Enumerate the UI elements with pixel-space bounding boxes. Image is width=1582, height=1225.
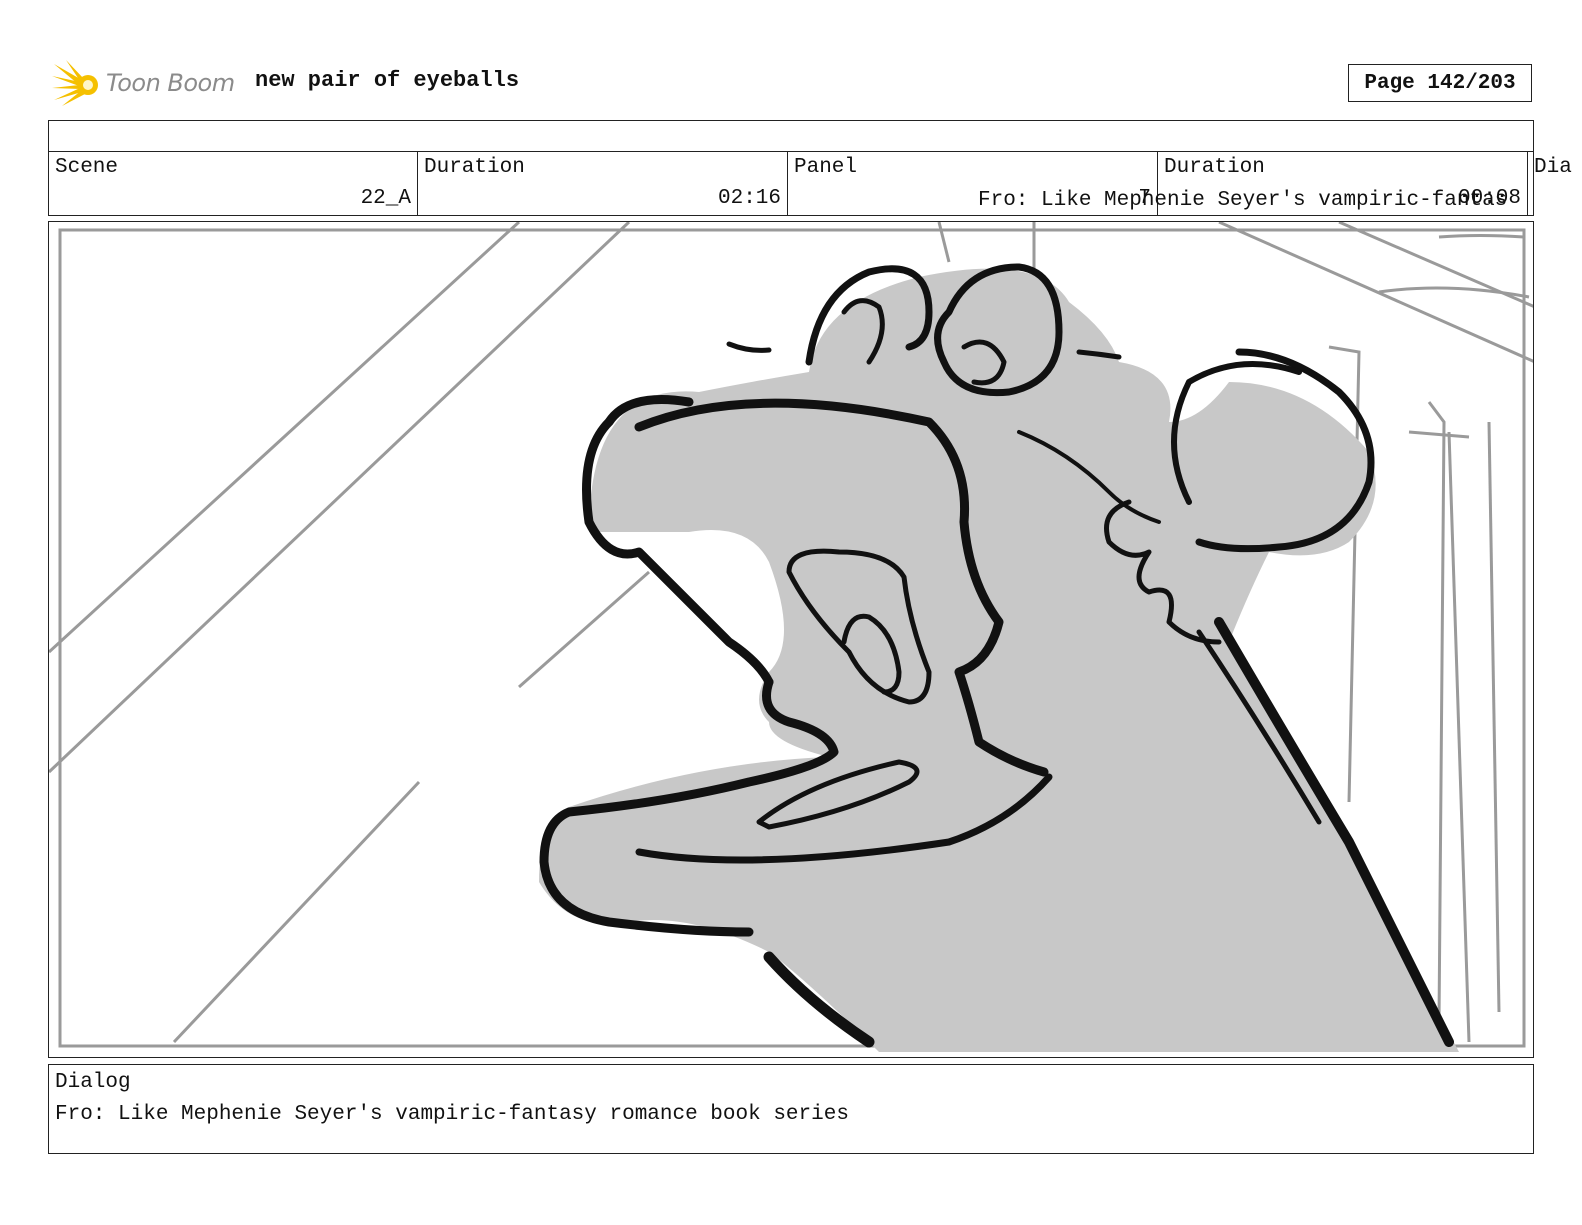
storyboard-panel — [48, 221, 1534, 1058]
scene-label: Scene — [55, 156, 119, 179]
dialog-text: Fro: Like Mephenie Seyer's vampiric-fant… — [55, 1103, 849, 1126]
dialog-label: Dialog — [55, 1071, 131, 1094]
dialog-box: Dialog Fro: Like Mephenie Seyer's vampir… — [48, 1064, 1534, 1154]
storyboard-sketch — [49, 222, 1533, 1053]
scene-value: 22_A — [360, 187, 411, 210]
scene-cell: Scene 22_A — [49, 152, 417, 216]
character-fill — [539, 268, 1459, 1053]
dialog-cell-truncated: Dia — [1527, 152, 1572, 216]
header-strip — [48, 120, 1534, 152]
page-indicator: Page 142/203 — [1348, 64, 1532, 102]
page-label: Page 142/203 — [1364, 71, 1516, 95]
panel-label: Panel — [794, 156, 858, 179]
toon-boom-logo: Toon Boom — [52, 58, 235, 108]
logo-text: Toon Boom — [106, 69, 235, 97]
starburst-icon — [52, 60, 98, 106]
duration-value: 02:16 — [717, 187, 781, 210]
dialog-overflow-text: Fro: Like Mephenie Seyer's vampiric-fant… — [978, 189, 1508, 212]
duration-cell: Duration 02:16 — [417, 152, 787, 216]
project-title: new pair of eyeballs — [255, 68, 520, 93]
panel-duration-label: Duration — [1164, 156, 1265, 179]
duration-label: Duration — [424, 156, 525, 179]
dialog-label-truncated: Dia — [1534, 156, 1572, 179]
